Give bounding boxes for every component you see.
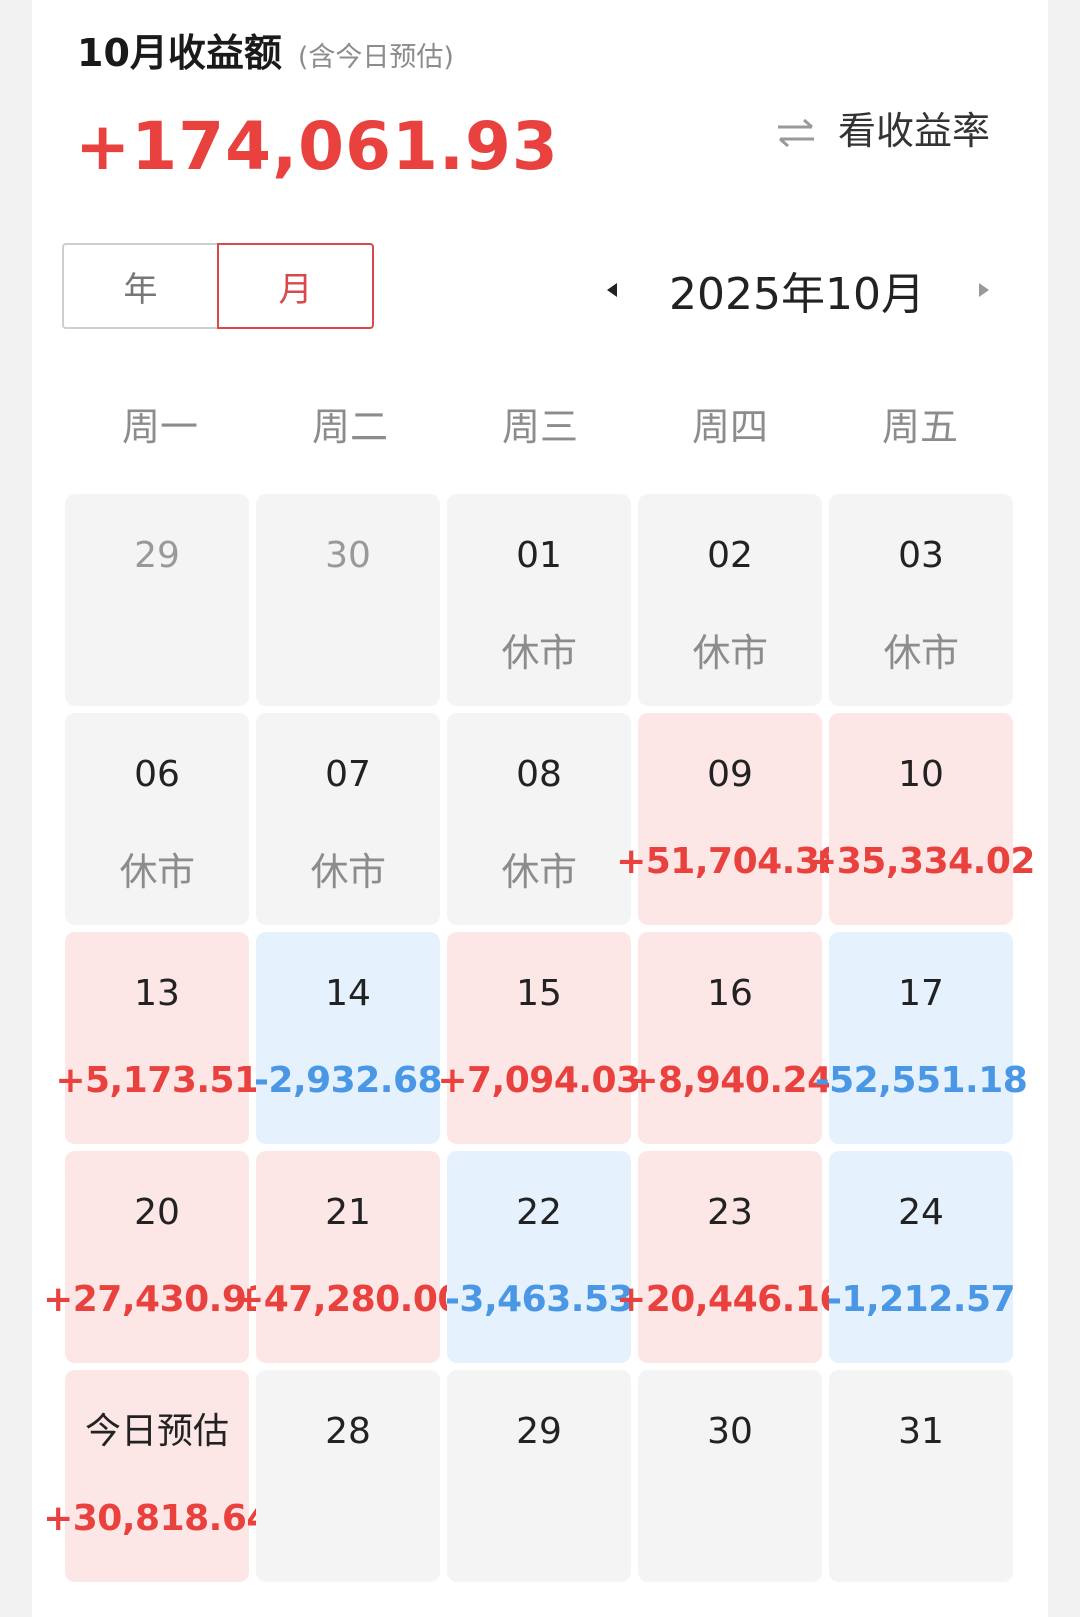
calendar-day-cell[interactable]: 01 休市 <box>447 494 631 706</box>
day-number: 21 <box>325 1192 371 1233</box>
day-number: 31 <box>898 1411 944 1452</box>
day-number: 13 <box>134 973 180 1014</box>
weekday-label: 周五 <box>881 405 958 449</box>
page-title: 10月收益额 <box>77 31 282 75</box>
weekday-label: 周三 <box>501 405 578 449</box>
period-segmented-control: 年 月 <box>62 243 374 329</box>
calendar-day-cell[interactable]: 07 休市 <box>256 713 440 925</box>
calendar-day-cell[interactable]: 08 休市 <box>447 713 631 925</box>
weekday-label: 周四 <box>691 405 768 449</box>
next-month-icon[interactable] <box>978 283 989 297</box>
day-earnings-value: +35,334.02 <box>807 841 1035 882</box>
swap-icon <box>776 113 816 147</box>
calendar-day-cell[interactable]: 14 -2,932.68 <box>253 932 443 1144</box>
view-rate-toggle[interactable]: 看收益率 <box>776 100 990 155</box>
calendar-day-cell[interactable]: 10 +35,334.02 <box>807 713 1035 925</box>
day-number: 20 <box>134 1192 180 1233</box>
market-closed-label: 休市 <box>883 631 959 675</box>
year-tab[interactable]: 年 <box>62 243 217 329</box>
day-number: 01 <box>516 535 562 576</box>
calendar-day-cell[interactable]: 09 +51,704.38 <box>616 713 844 925</box>
day-number: 02 <box>707 535 753 576</box>
day-number: 30 <box>325 535 371 576</box>
day-number: 今日预估 <box>84 1411 229 1452</box>
calendar-day-cell[interactable]: 30 <box>638 1370 822 1582</box>
calendar-day-cell[interactable]: 21 +47,280.00 <box>234 1151 462 1363</box>
weekday-label: 周一 <box>121 405 198 449</box>
calendar-day-cell[interactable]: 29 <box>65 494 249 706</box>
calendar-day-cell[interactable]: 20 +27,430.91 <box>43 1151 271 1363</box>
day-earnings-value: +7,094.03 <box>437 1060 641 1101</box>
day-number: 22 <box>516 1192 562 1233</box>
calendar-day-cell[interactable]: 03 休市 <box>829 494 1013 706</box>
month-tab[interactable]: 月 <box>217 243 374 329</box>
day-number: 07 <box>325 754 371 795</box>
day-number: 30 <box>707 1411 753 1452</box>
day-number: 09 <box>707 754 753 795</box>
day-earnings-value: +20,446.16 <box>616 1279 844 1320</box>
calendar-day-cell[interactable]: 02 休市 <box>638 494 822 706</box>
day-earnings-value: +8,940.24 <box>628 1060 832 1101</box>
day-earnings-value: -1,212.57 <box>826 1279 1016 1320</box>
calendar-grid: 29 30 01 休市 02 休市 03 休市 06 休市 07 休市 08 休市 09 +51,704.38… <box>43 494 1035 1582</box>
market-closed-label: 休市 <box>692 631 768 675</box>
calendar-day-cell[interactable]: 13 +5,173.51 <box>55 932 259 1144</box>
calendar-day-cell[interactable]: 23 +20,446.16 <box>616 1151 844 1363</box>
day-earnings-value: +5,173.51 <box>55 1060 259 1101</box>
total-earnings: +174,061.93 <box>75 108 559 185</box>
day-number: 23 <box>707 1192 753 1233</box>
day-number: 15 <box>516 973 562 1014</box>
day-earnings-value: -52,551.18 <box>814 1060 1028 1101</box>
calendar-day-cell[interactable]: 16 +8,940.24 <box>628 932 832 1144</box>
day-earnings-value: +47,280.00 <box>234 1279 462 1320</box>
weekday-header: 周一 周二 周三 周四 周五 <box>65 396 1015 451</box>
day-number: 06 <box>134 754 180 795</box>
earnings-card: 10月收益额 (含今日预估) +174,061.93 看收益率 年 月 2025… <box>32 0 1048 1617</box>
day-number: 29 <box>134 535 180 576</box>
calendar-day-cell[interactable]: 29 <box>447 1370 631 1582</box>
day-earnings-value: -2,932.68 <box>253 1060 443 1101</box>
market-closed-label: 休市 <box>310 850 386 894</box>
calendar-day-cell[interactable]: 06 休市 <box>65 713 249 925</box>
day-number: 03 <box>898 535 944 576</box>
calendar-day-cell[interactable]: 17 -52,551.18 <box>815 932 1028 1144</box>
day-number: 10 <box>898 754 944 795</box>
day-number: 16 <box>707 973 753 1014</box>
day-number: 17 <box>898 973 944 1014</box>
market-closed-label: 休市 <box>501 631 577 675</box>
calendar-day-cell[interactable]: 31 <box>829 1370 1013 1582</box>
day-earnings-value: +30,818.64 <box>43 1498 271 1539</box>
day-number: 14 <box>325 973 371 1014</box>
view-rate-label: 看收益率 <box>837 109 990 153</box>
weekday-label: 周二 <box>311 405 388 449</box>
day-number: 28 <box>325 1411 371 1452</box>
prev-month-icon[interactable] <box>607 283 617 297</box>
calendar-day-cell[interactable]: 15 +7,094.03 <box>437 932 641 1144</box>
month-navigator: 2025年10月 <box>607 255 989 325</box>
calendar-day-cell[interactable]: 22 -3,463.53 <box>444 1151 634 1363</box>
page-subtitle: (含今日预估) <box>297 42 454 73</box>
day-earnings-value: -3,463.53 <box>444 1279 634 1320</box>
calendar-day-cell[interactable]: 30 <box>256 494 440 706</box>
day-number: 08 <box>516 754 562 795</box>
calendar-day-cell[interactable]: 24 -1,212.57 <box>826 1151 1016 1363</box>
current-month-label: 2025年10月 <box>669 269 925 320</box>
market-closed-label: 休市 <box>501 850 577 894</box>
title-row: 10月收益额 (含今日预估) <box>77 22 454 77</box>
day-number: 24 <box>898 1192 944 1233</box>
calendar-day-cell[interactable]: 今日预估 +30,818.64 <box>43 1370 271 1582</box>
calendar-day-cell[interactable]: 28 <box>256 1370 440 1582</box>
day-number: 29 <box>516 1411 562 1452</box>
market-closed-label: 休市 <box>119 850 195 894</box>
